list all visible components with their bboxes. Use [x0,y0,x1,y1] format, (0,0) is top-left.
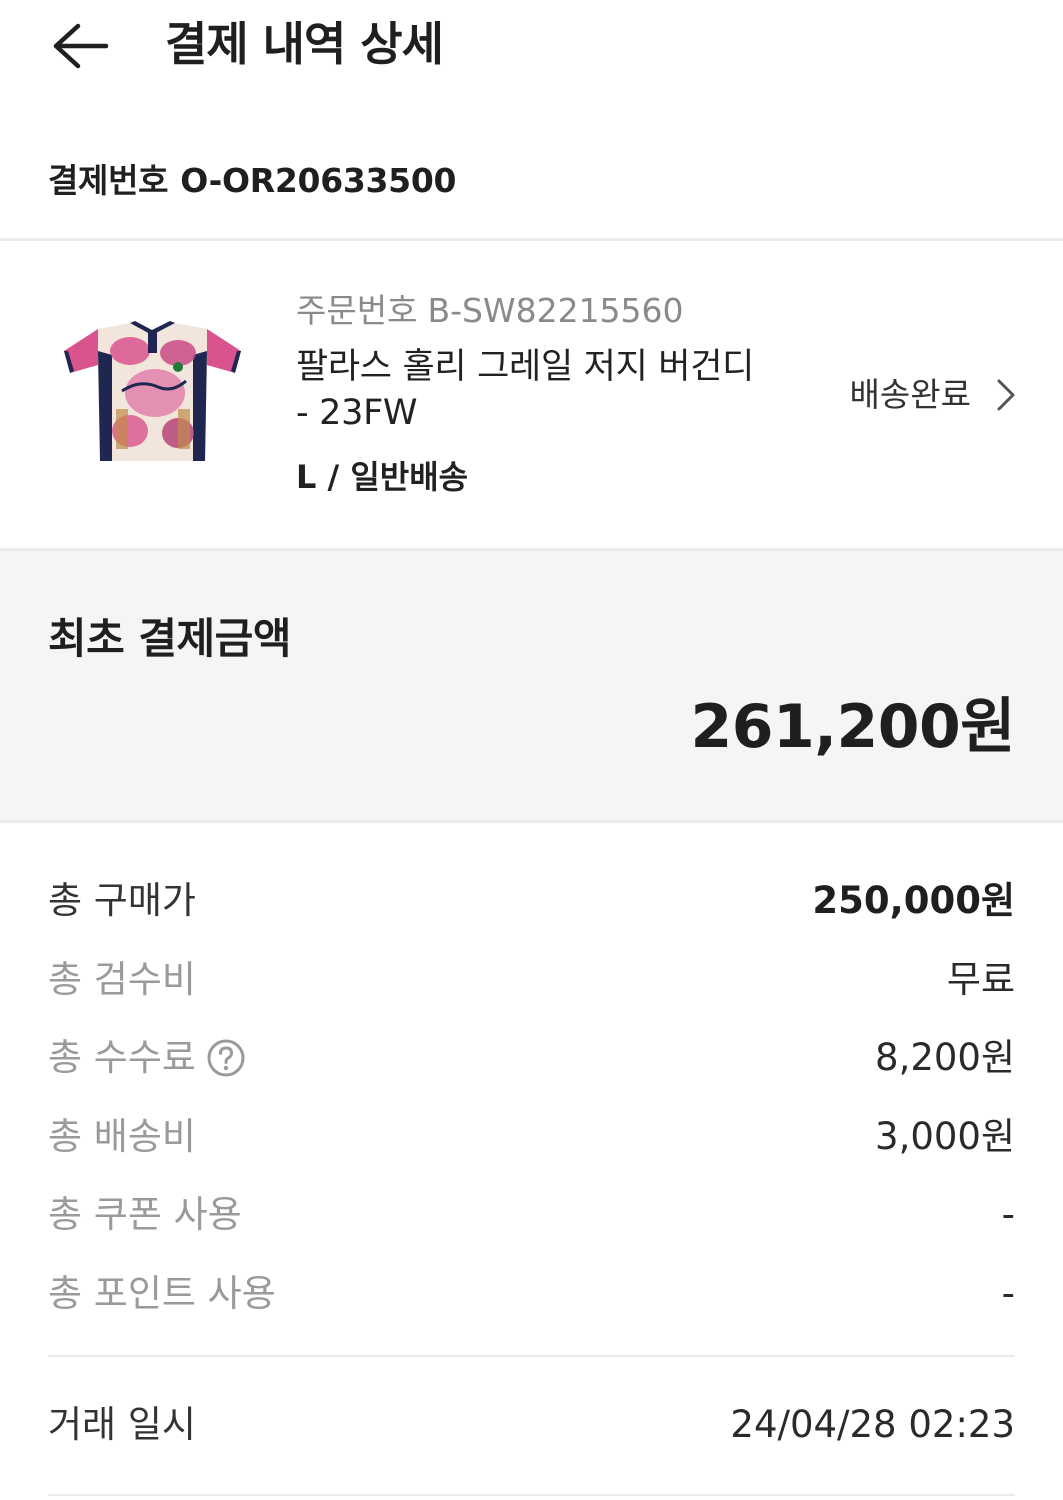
summary-title: 최초 결제금액 [48,614,291,663]
breakdown-label-wrap: 총 수수료 [48,1033,246,1083]
page-title: 결제 내역 상세 [165,17,444,71]
breakdown-label: 총 배송비 [48,1114,196,1158]
divider [48,1494,1015,1496]
breakdown-value: - [1001,1193,1015,1237]
back-button[interactable] [40,10,120,82]
breakdown-label: 총 포인트 사용 [48,1271,276,1315]
payment-number-label: 결제번호 [48,161,169,200]
arrow-left-icon [53,23,109,69]
breakdown-value: 8,200원 [875,1036,1015,1080]
summary-amount: 261,200원 [690,692,1016,762]
delivery-status-label: 배송완료 [849,375,971,414]
breakdown-row-commission: 총 수수료 8,200원 [48,1019,1015,1098]
breakdown-value: 무료 [946,957,1015,1001]
breakdown-label: 총 쿠폰 사용 [48,1193,242,1237]
question-circle-icon[interactable] [206,1038,246,1078]
product-name: 팔라스 홀리 그레일 저지 버건디 - 23FW [296,347,755,433]
breakdown-label: 총 구매가 [48,879,196,923]
divider [48,1355,1015,1357]
trade-datetime-row: 거래 일시 24/04/28 02:23 [48,1398,1015,1452]
jersey-image [64,321,241,461]
breakdown-row-coupon: 총 쿠폰 사용 - [48,1176,1015,1255]
payment-number-row: 결제번호 O-OR20633500 [48,158,456,204]
order-number-row: 주문번호 B-SW82215560 [296,290,684,332]
delivery-status-link[interactable]: 배송완료 [850,373,1017,417]
breakdown-value: 250,000원 [812,879,1015,923]
breakdown-row-purchase-price: 총 구매가 250,000원 [48,862,1015,941]
trade-datetime-value: 24/04/28 02:23 [730,1403,1015,1446]
payment-number-value: O-OR20633500 [180,161,457,200]
payment-breakdown-list: 총 구매가 250,000원 총 검수비 무료 총 수수료 8,200원 총 배… [48,862,1015,1333]
order-number-value: B-SW82215560 [427,291,684,330]
product-option: L / 일반배송 [296,458,469,496]
divider [0,820,1063,823]
breakdown-row-points: 총 포인트 사용 - [48,1255,1015,1334]
order-number-label: 주문번호 [296,291,418,330]
initial-payment-summary: 최초 결제금액 261,200원 [0,551,1063,820]
breakdown-label: 총 검수비 [48,957,196,1001]
chevron-right-icon [997,379,1015,411]
top-app-bar: 결제 내역 상세 [0,0,1063,100]
breakdown-label: 총 수수료 [48,1036,196,1080]
breakdown-row-inspection-fee: 총 검수비 무료 [48,941,1015,1020]
product-card[interactable]: 주문번호 B-SW82215560 팔라스 홀리 그레일 저지 버건디 - 23F… [0,241,1063,548]
breakdown-value: - [1001,1271,1015,1315]
trade-datetime-label: 거래 일시 [48,1403,196,1446]
breakdown-value: 3,000원 [875,1114,1015,1158]
breakdown-row-shipping-fee: 총 배송비 3,000원 [48,1098,1015,1177]
